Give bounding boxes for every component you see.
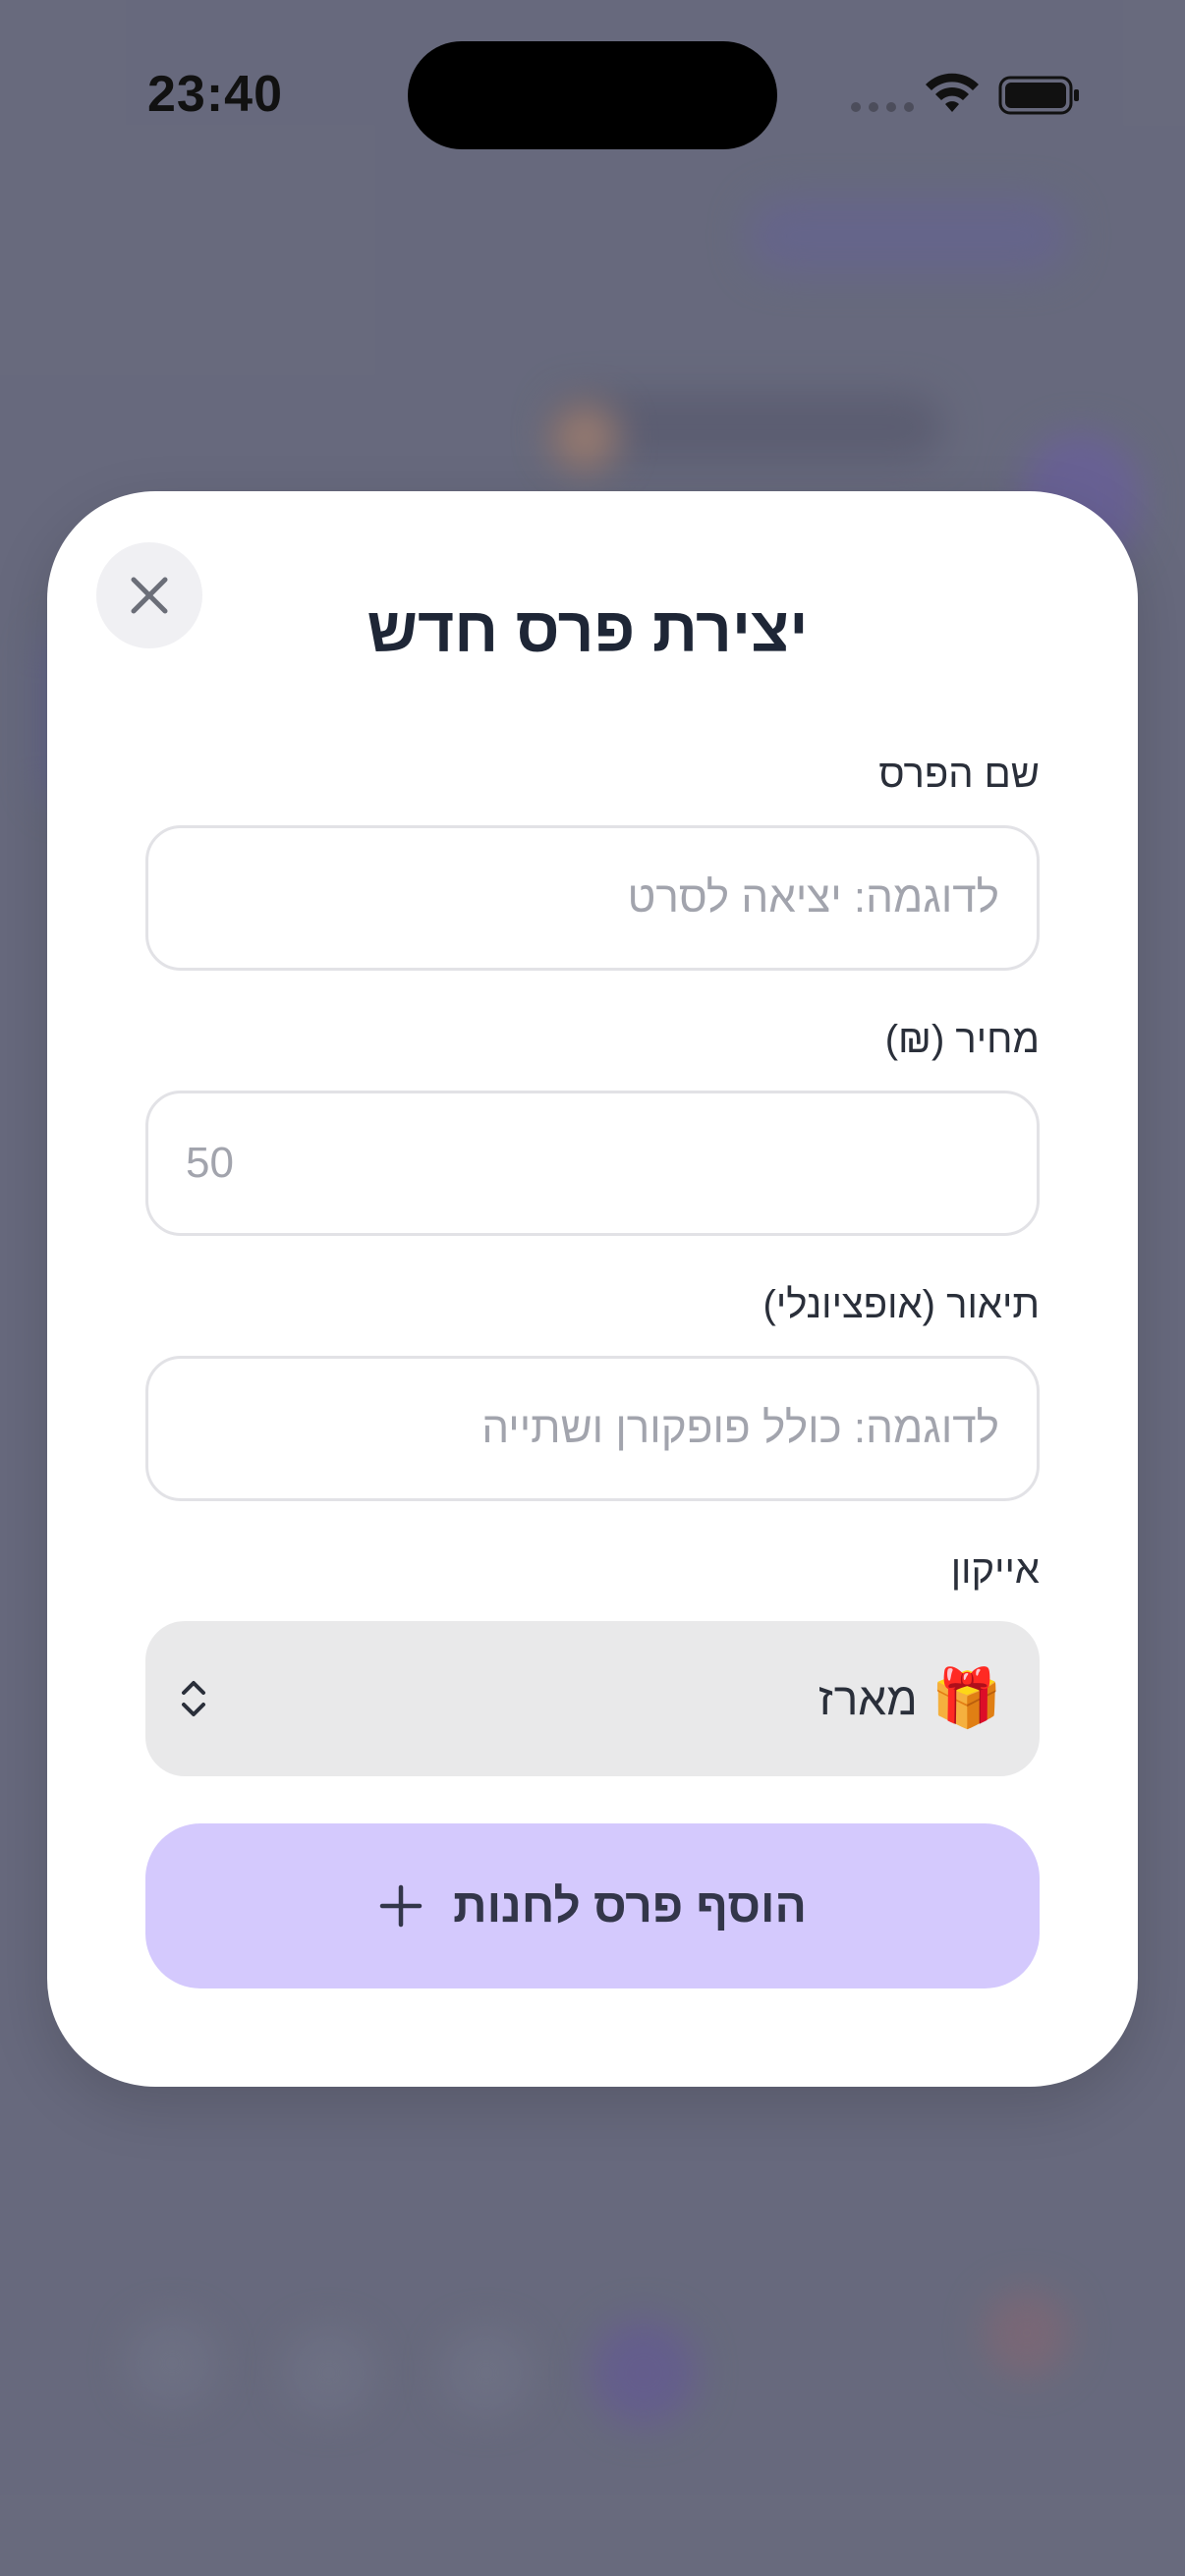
add-reward-label: הוסף פרס לחנות — [453, 1879, 807, 1932]
chevron-up-down-icon — [182, 1681, 205, 1716]
status-bar: 23:40 — [0, 0, 1185, 196]
price-input[interactable]: 50 — [145, 1091, 1040, 1236]
price-label: מחיר (₪) — [884, 1018, 1040, 1061]
reward-name-placeholder: לדוגמה: יציאה לסרט — [627, 873, 999, 922]
add-reward-button[interactable]: הוסף פרס לחנות — [145, 1823, 1040, 1988]
create-reward-modal: יצירת פרס חדש שם הפרס לדוגמה: יציאה לסרט… — [47, 491, 1138, 2087]
icon-select-label: מארז — [818, 1673, 918, 1724]
description-label: תיאור (אופציונלי) — [762, 1283, 1040, 1326]
price-placeholder: 50 — [186, 1139, 234, 1187]
cellular-signal-icon — [851, 102, 914, 112]
icon-select-value: 🎁 מארז — [818, 1670, 1002, 1727]
battery-icon — [998, 76, 1079, 115]
plus-icon — [379, 1884, 423, 1928]
status-time: 23:40 — [147, 66, 283, 123]
icon-select[interactable]: 🎁 מארז — [145, 1621, 1040, 1776]
dynamic-island — [408, 41, 777, 149]
reward-name-input[interactable]: לדוגמה: יציאה לסרט — [145, 825, 1040, 971]
description-input[interactable]: לדוגמה: כולל פופקורן ושתייה — [145, 1356, 1040, 1501]
modal-title: יצירת פרס חדש — [367, 594, 809, 665]
wifi-icon — [926, 73, 979, 112]
reward-name-label: שם הפרס — [878, 753, 1040, 796]
description-placeholder: לדוגמה: כולל פופקורן ושתייה — [481, 1404, 999, 1452]
gift-icon: 🎁 — [931, 1666, 1002, 1730]
icon-label: אייקון — [950, 1548, 1040, 1592]
